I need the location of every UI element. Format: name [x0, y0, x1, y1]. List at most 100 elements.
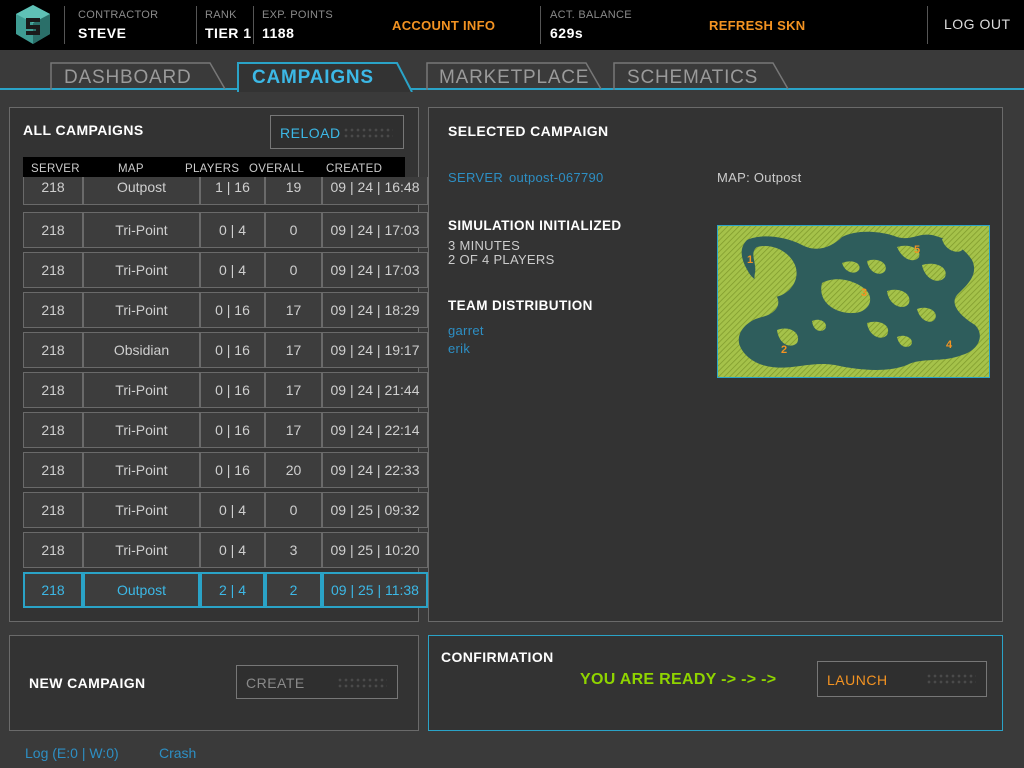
team-distribution-title: TEAM DISTRIBUTION	[448, 298, 593, 313]
server-cell: 218	[23, 452, 83, 488]
created-cell: 09 | 24 | 17:03	[322, 252, 428, 288]
map-cell: Outpost	[83, 572, 200, 608]
map-marker: 4	[946, 339, 953, 351]
divider	[196, 6, 197, 44]
server-label: SERVER	[448, 170, 504, 185]
map-marker: 1	[747, 254, 753, 266]
created-cell: 09 | 24 | 17:03	[322, 212, 428, 248]
players-cell: 0 | 4	[200, 212, 265, 248]
server-cell: 218	[23, 572, 83, 608]
map-cell: Tri-Point	[83, 372, 200, 408]
balance-value: 629s	[550, 25, 584, 41]
players-cell: 2 | 4	[200, 572, 265, 608]
tab-bar: DASHBOARD CAMPAIGNS MARKETPLACE SCHEMATI…	[0, 58, 1024, 98]
column-header: PLAYERS	[185, 163, 240, 175]
table-row[interactable]: 218 Tri-Point 0 | 4 3 09 | 25 | 10:20	[23, 532, 428, 568]
create-button[interactable]: CREATE	[236, 665, 398, 699]
created-cell: 09 | 24 | 18:29	[322, 292, 428, 328]
refresh-skin-link[interactable]: REFRESH SKN	[709, 18, 805, 33]
table-row[interactable]: 218 Tri-Point 0 | 16 20 09 | 24 | 22:33	[23, 452, 428, 488]
overall-cell: 19	[265, 177, 322, 205]
crash-link[interactable]: Crash	[159, 745, 196, 761]
rank-value: TIER 1	[205, 25, 252, 41]
overall-cell: 0	[265, 212, 322, 248]
confirmation-title: CONFIRMATION	[441, 649, 554, 665]
ready-status: YOU ARE READY -> -> ->	[580, 671, 777, 688]
table-row[interactable]: 218 Tri-Point 0 | 16 17 09 | 24 | 21:44	[23, 372, 428, 408]
overall-cell: 17	[265, 332, 322, 368]
divider	[64, 6, 65, 44]
overall-cell: 0	[265, 492, 322, 528]
simulation-duration: 3 MINUTES	[448, 238, 521, 253]
exp-points-value: 1188	[262, 25, 295, 41]
server-cell: 218	[23, 252, 83, 288]
tab-dashboard[interactable]: DASHBOARD	[50, 62, 226, 90]
logout-button[interactable]: LOG OUT	[944, 16, 1011, 32]
created-cell: 09 | 25 | 10:20	[322, 532, 428, 568]
all-campaigns-title: ALL CAMPAIGNS	[23, 122, 144, 138]
column-header: CREATED	[326, 163, 383, 175]
server-cell: 218	[23, 212, 83, 248]
created-cell: 09 | 24 | 16:48	[322, 177, 428, 205]
column-header: SERVER	[31, 163, 80, 175]
players-cell: 0 | 4	[200, 492, 265, 528]
map-cell: Obsidian	[83, 332, 200, 368]
tab-label: CAMPAIGNS	[252, 67, 374, 88]
create-label: CREATE	[246, 675, 305, 691]
overall-cell: 3	[265, 532, 322, 568]
log-link[interactable]: Log (E:0 | W:0)	[25, 745, 119, 761]
overall-cell: 20	[265, 452, 322, 488]
server-cell: 218	[23, 292, 83, 328]
tab-campaigns[interactable]: CAMPAIGNS	[237, 62, 413, 92]
created-cell: 09 | 24 | 21:44	[322, 372, 428, 408]
table-row[interactable]: 218 Outpost 2 | 4 2 09 | 25 | 11:38	[23, 572, 428, 608]
rank-label: RANK	[205, 9, 237, 21]
simulation-title: SIMULATION INITIALIZED	[448, 218, 622, 233]
overall-cell: 2	[265, 572, 322, 608]
server-cell: 218	[23, 492, 83, 528]
table-row[interactable]: 218 Tri-Point 0 | 4 0 09 | 24 | 17:03	[23, 212, 428, 248]
account-info-link[interactable]: ACCOUNT INFO	[392, 18, 495, 33]
server-cell: 218	[23, 412, 83, 448]
created-cell: 09 | 25 | 09:32	[322, 492, 428, 528]
players-cell: 0 | 16	[200, 332, 265, 368]
simulation-players: 2 OF 4 PLAYERS	[448, 252, 555, 267]
created-cell: 09 | 24 | 19:17	[322, 332, 428, 368]
map-preview: 1 2 3 4 5	[717, 225, 990, 378]
tab-marketplace[interactable]: MARKETPLACE	[426, 62, 602, 90]
players-cell: 1 | 16	[200, 177, 265, 205]
map-cell: Tri-Point	[83, 212, 200, 248]
map-marker: 3	[861, 287, 867, 299]
balance-label: ACT. BALANCE	[550, 9, 632, 21]
exp-points-label: EXP. POINTS	[262, 9, 333, 21]
map-cell: Tri-Point	[83, 532, 200, 568]
players-cell: 0 | 16	[200, 292, 265, 328]
players-cell: 0 | 16	[200, 412, 265, 448]
table-row[interactable]: 218 Tri-Point 0 | 16 17 09 | 24 | 22:14	[23, 412, 428, 448]
reload-button[interactable]: RELOAD	[270, 115, 404, 149]
overall-cell: 17	[265, 372, 322, 408]
table-row[interactable]: 218 Obsidian 0 | 16 17 09 | 24 | 19:17	[23, 332, 428, 368]
overall-cell: 17	[265, 292, 322, 328]
table-row[interactable]: 218 Tri-Point 0 | 4 0 09 | 24 | 17:03	[23, 252, 428, 288]
map-cell: Tri-Point	[83, 412, 200, 448]
selected-campaign-title: SELECTED CAMPAIGN	[448, 123, 609, 139]
server-cell: 218	[23, 332, 83, 368]
team-member: erik	[448, 341, 471, 356]
tab-schematics[interactable]: SCHEMATICS	[613, 62, 789, 90]
divider	[927, 6, 928, 44]
top-bar: CONTRACTOR STEVE RANK TIER 1 EXP. POINTS…	[0, 0, 1024, 50]
launch-button[interactable]: LAUNCH	[817, 661, 987, 697]
table-row[interactable]: 218 Tri-Point 0 | 4 0 09 | 25 | 09:32	[23, 492, 428, 528]
players-cell: 0 | 4	[200, 252, 265, 288]
server-cell: 218	[23, 177, 83, 205]
created-cell: 09 | 25 | 11:38	[322, 572, 428, 608]
table-row[interactable]: 218 Outpost 1 | 16 19 09 | 24 | 16:48	[23, 177, 428, 213]
campaign-table-header: SERVER MAP PLAYERS OVERALL CREATED	[23, 157, 405, 177]
button-texture	[337, 677, 387, 689]
divider	[540, 6, 541, 44]
table-row[interactable]: 218 Tri-Point 0 | 16 17 09 | 24 | 18:29	[23, 292, 428, 328]
map-cell: Tri-Point	[83, 252, 200, 288]
contractor-label: CONTRACTOR	[78, 9, 159, 21]
team-member: garret	[448, 323, 484, 338]
